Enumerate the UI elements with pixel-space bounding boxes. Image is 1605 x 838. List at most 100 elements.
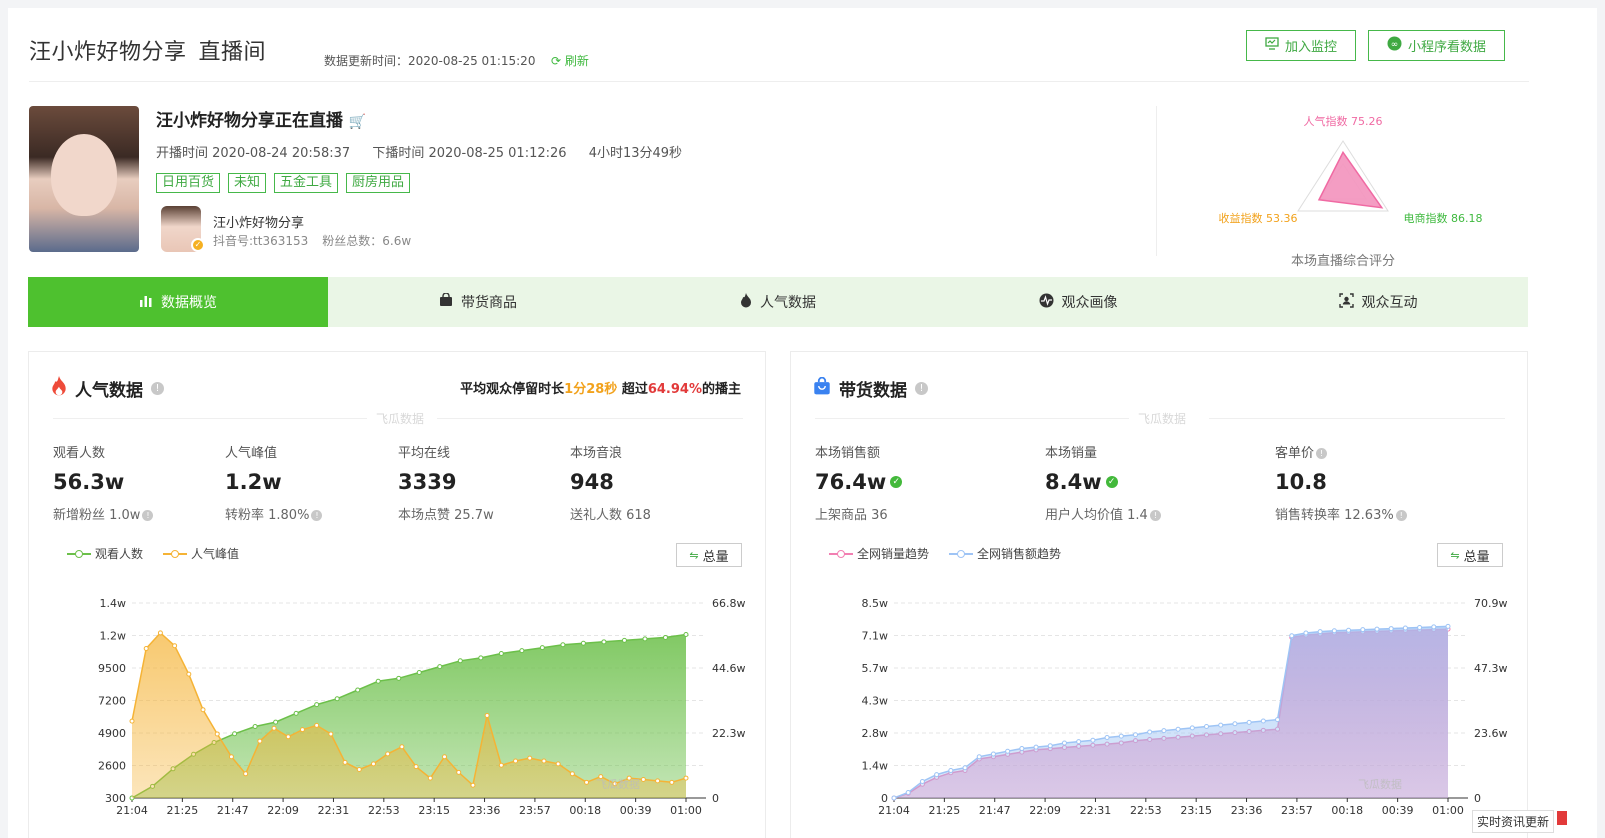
- legend-item[interactable]: 全网销量趋势: [829, 545, 929, 562]
- category-tag[interactable]: 厨房用品: [346, 173, 411, 193]
- legend-item[interactable]: 观看人数: [67, 545, 143, 562]
- tab-label: 人气数据: [760, 295, 816, 311]
- add-monitor-button[interactable]: 加入监控: [1246, 30, 1356, 61]
- series-point: [1033, 744, 1039, 750]
- series-point: [442, 754, 448, 760]
- score-radar-chart: 人气指数 75.26 收益指数 53.36 电商指数 86.18 本场直播综合评…: [1219, 114, 1483, 268]
- income-score: 收益指数 53.36: [1219, 211, 1298, 225]
- popularity-chart: 30026004900720095001.2w1.4w022.3w44.6w66…: [98, 597, 746, 817]
- category-tag[interactable]: 未知: [228, 173, 267, 193]
- x-tick-label: 21:25: [167, 804, 199, 817]
- series-point: [293, 710, 299, 716]
- tab-popularity[interactable]: 人气数据: [628, 277, 928, 327]
- retain-pct: 64.94%: [647, 382, 702, 397]
- series-point: [172, 643, 178, 649]
- help-icon[interactable]: !: [1316, 448, 1328, 459]
- refresh-button[interactable]: ⟳ 刷新: [551, 52, 589, 69]
- y-left-tick-label: 4900: [98, 727, 126, 740]
- watermark-divider: [437, 418, 743, 419]
- y-right-tick-label: 22.3w: [712, 727, 746, 740]
- series-point: [370, 761, 376, 767]
- series-point: [285, 734, 291, 740]
- svg-text:∞: ∞: [1391, 40, 1399, 50]
- popularity-score: 人气指数 75.26: [1304, 114, 1383, 128]
- series-point: [891, 795, 897, 801]
- stat-label: 平均在线: [398, 446, 451, 461]
- series-point: [232, 731, 238, 737]
- x-tick-label: 21:04: [878, 804, 910, 817]
- miniapp-data-button[interactable]: ∞ 小程序看数据: [1368, 30, 1505, 61]
- series-point: [541, 758, 547, 764]
- watermark-divider: [53, 418, 367, 419]
- x-tick-label: 22:09: [1029, 804, 1061, 817]
- stat-sub: 销售转换率 12.63%: [1275, 508, 1394, 523]
- help-icon[interactable]: !: [311, 510, 323, 521]
- stat-sub: 新增粉丝 1.0w: [53, 508, 141, 523]
- legend-item[interactable]: 全网销售额趋势: [949, 545, 1061, 562]
- room-subtitle: 直播间: [198, 40, 267, 65]
- series-point: [157, 630, 163, 636]
- tab-overview[interactable]: 数据概览: [28, 277, 328, 327]
- series-point: [342, 759, 348, 765]
- total-toggle-button[interactable]: ⇋ 总量: [1437, 543, 1503, 567]
- help-icon[interactable]: !: [915, 382, 928, 395]
- tab-products[interactable]: 带货商品: [328, 277, 628, 327]
- refresh-label: 刷新: [564, 54, 589, 68]
- total-toggle-button[interactable]: ⇋ 总量: [676, 543, 742, 567]
- x-tick-label: 00:39: [1382, 804, 1414, 817]
- category-tag[interactable]: 五金工具: [274, 173, 339, 193]
- sales-card: 带货数据 ! 飞瓜数据 本场销售额 76.4w ✓ 上架商品 36 本场销量 8.…: [790, 351, 1528, 838]
- y-left-tick-label: 1.4w: [862, 760, 889, 773]
- series-point: [314, 722, 320, 728]
- stat-label: 客单价: [1275, 446, 1315, 461]
- category-tags: 日用百货 未知 五金工具 厨房用品: [156, 173, 411, 193]
- series-point: [539, 645, 545, 651]
- y-right-tick-label: 47.3w: [1474, 662, 1508, 675]
- series-point: [214, 731, 220, 737]
- realtime-news-tip[interactable]: 实时资讯更新: [1472, 810, 1555, 833]
- stat-value: 1.2w: [225, 470, 282, 494]
- live-duration: 4小时13分49秒: [588, 146, 683, 161]
- category-tag[interactable]: 日用百货: [156, 173, 221, 193]
- page-title: 汪小炸好物分享 直播间: [29, 34, 266, 66]
- verified-badge-icon: ✓: [191, 238, 205, 252]
- series-point: [314, 702, 320, 708]
- series-point: [252, 723, 258, 729]
- legend-item[interactable]: 人气峰值: [163, 545, 239, 562]
- series-point: [1317, 629, 1323, 635]
- help-icon[interactable]: !: [1149, 510, 1161, 521]
- series-point: [484, 712, 490, 718]
- series-point: [1175, 726, 1181, 732]
- series-point: [621, 637, 627, 643]
- anchor-avatar[interactable]: ✓: [161, 206, 205, 252]
- series-point: [1076, 739, 1082, 745]
- series-point: [273, 719, 279, 725]
- tab-label: 观众互动: [1361, 295, 1418, 311]
- scan-user-icon: [1338, 292, 1354, 312]
- legend-label: 全网销量趋势: [857, 547, 930, 561]
- series-point: [1204, 723, 1210, 729]
- help-icon[interactable]: !: [1395, 510, 1407, 521]
- series-point: [396, 675, 402, 681]
- tab-audience-interaction[interactable]: 观众互动: [1228, 277, 1528, 327]
- x-tick-label: 23:57: [1281, 804, 1313, 817]
- series-point: [640, 776, 646, 782]
- stat-sound-wave: 本场音浪 948 送礼人数 618: [570, 442, 651, 523]
- live-title-text: 汪小炸好物分享正在直播: [156, 111, 343, 131]
- help-icon[interactable]: !: [142, 510, 154, 521]
- anchor-name[interactable]: 汪小炸好物分享: [213, 212, 304, 231]
- series-point: [1218, 722, 1224, 728]
- y-right-tick-label: 0: [1474, 792, 1481, 805]
- series-point: [478, 655, 484, 661]
- help-icon[interactable]: !: [151, 382, 164, 395]
- x-tick-label: 21:25: [929, 804, 961, 817]
- stat-sub: 转粉率 1.80%: [225, 508, 310, 523]
- series-point: [200, 707, 206, 713]
- series-point: [1402, 625, 1408, 631]
- retain-suffix: 的播主: [701, 382, 741, 397]
- series-point: [990, 751, 996, 757]
- x-tick-label: 21:47: [217, 804, 249, 817]
- monitor-icon: [1265, 37, 1279, 54]
- x-tick-label: 22:31: [1080, 804, 1112, 817]
- tab-audience-profile[interactable]: 观众画像: [928, 277, 1228, 327]
